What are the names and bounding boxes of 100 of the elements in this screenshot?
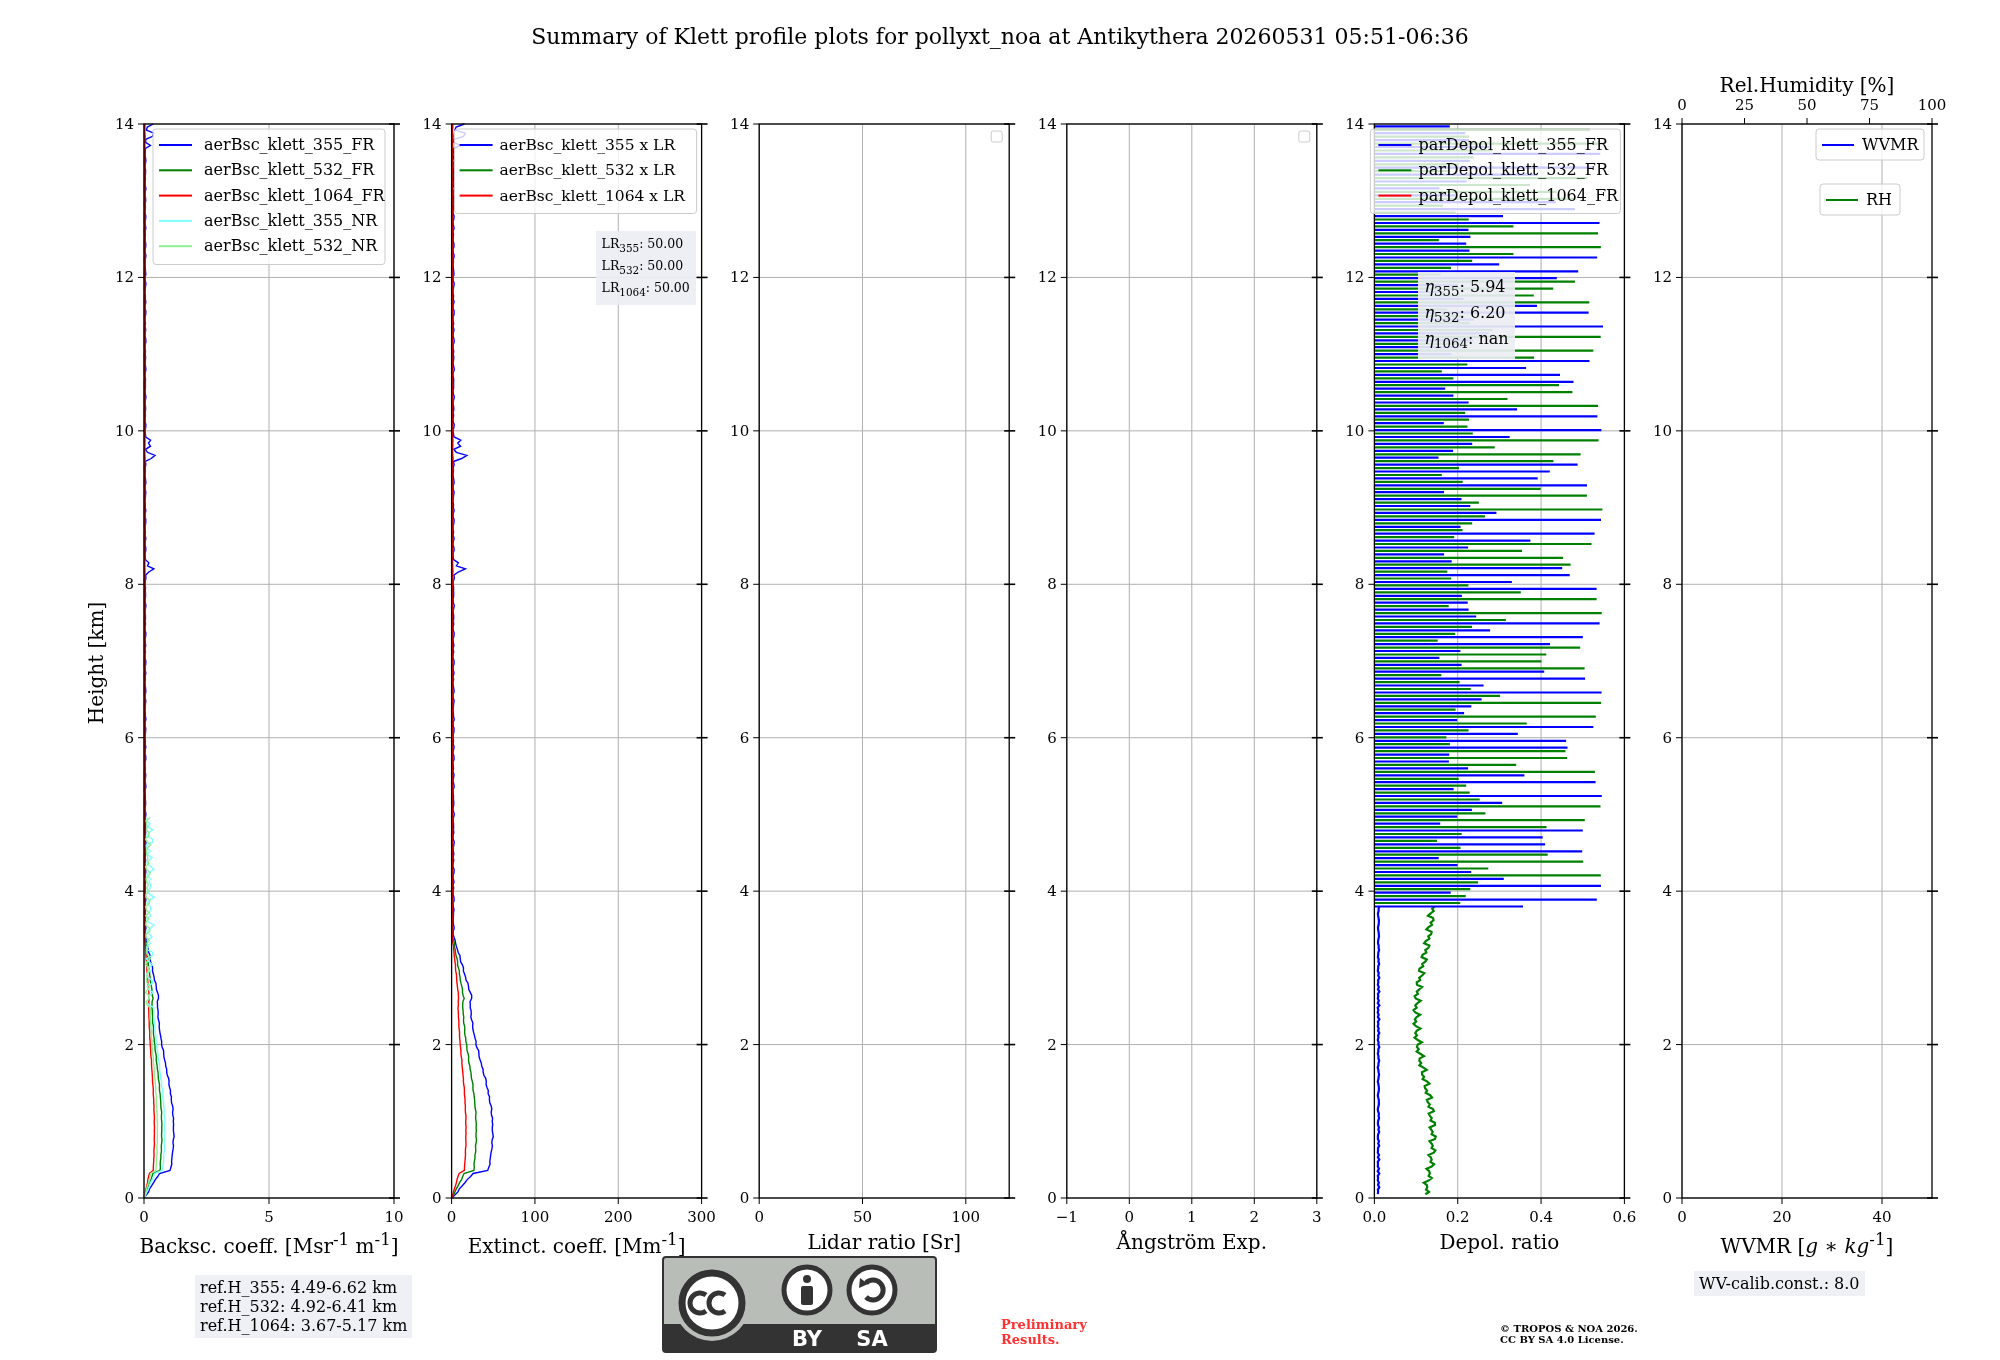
- tick-label: 12: [422, 268, 442, 287]
- tick-label: 200: [603, 1208, 633, 1226]
- tick-label: 10: [422, 421, 442, 440]
- tick-label: 2: [1662, 1035, 1672, 1054]
- tick-label: 4: [1662, 882, 1672, 901]
- tick-label: 6: [1047, 728, 1057, 747]
- tick-label: 0.0: [1362, 1208, 1387, 1226]
- tick-label: 12: [114, 268, 134, 287]
- tick-label: 10: [114, 421, 134, 440]
- tick-label: 0.2: [1445, 1208, 1470, 1226]
- tick-label: 100: [520, 1208, 550, 1226]
- tick-label: 10: [1037, 421, 1057, 440]
- tick-label: 2: [1249, 1208, 1260, 1226]
- figure-title: Summary of Klett profile plots for pollyxt_noa at Antikythera 20260531 05:51-06:36: [531, 24, 1469, 49]
- tick-label: 0: [139, 1208, 149, 1226]
- axis-label: Backsc. coeff. [Msr$^{-1}$ m$^{-1}$]: [139, 1233, 399, 1258]
- tick-label: 14: [1652, 115, 1672, 133]
- tick-label: 4: [124, 882, 134, 901]
- tick-label: 50: [852, 1208, 873, 1226]
- tick-label: 100: [1917, 96, 1947, 114]
- tick-label: 4: [1047, 882, 1057, 901]
- tick-label: 6: [124, 728, 134, 747]
- tick-label: 14: [1345, 115, 1365, 133]
- tick-label: 8: [1047, 575, 1057, 594]
- tick-label: 6: [432, 728, 442, 747]
- legend-label: aerBsc_klett_355_NR: [204, 210, 378, 230]
- tick-label: 2: [432, 1035, 442, 1054]
- tick-label: 0: [1354, 1189, 1365, 1207]
- axis-label: Rel.Humidity [%]: [1719, 73, 1895, 97]
- tick-label: 2: [739, 1035, 750, 1054]
- tick-label: 300: [687, 1208, 716, 1226]
- tick-label: 0: [124, 1189, 134, 1207]
- preliminary-note: Results.: [1001, 1332, 1060, 1347]
- tick-label: −1: [1055, 1208, 1078, 1226]
- share-alike-icon: [846, 1264, 898, 1316]
- tick-label: 100: [951, 1208, 981, 1226]
- tick-label: 0: [739, 1189, 750, 1207]
- preliminary-note: Preliminary: [1001, 1317, 1087, 1332]
- tick-label: 4: [432, 882, 442, 901]
- tick-label: 0: [754, 1208, 764, 1226]
- tick-label: 10: [384, 1208, 404, 1226]
- tick-label: 0: [1677, 96, 1687, 114]
- annotation-text: WV-calib.const.: 8.0: [1699, 1274, 1860, 1293]
- tick-label: 8: [124, 575, 134, 594]
- axis-label: Ångström Exp.: [1116, 1230, 1267, 1254]
- tick-label: 6: [1662, 728, 1672, 747]
- tick-label: 3: [1312, 1208, 1322, 1226]
- legend-label: WVMR: [1862, 135, 1919, 154]
- axis-label: Extinct. coeff. [Mm$^{-1}$]: [467, 1233, 686, 1258]
- tick-label: 8: [1354, 575, 1365, 594]
- license-label: BY: [791, 1327, 823, 1351]
- tick-label: 8: [432, 575, 442, 594]
- tick-label: 50: [1797, 96, 1817, 114]
- annotation-text: ref.H_355: 4.49-6.62 km: [200, 1278, 399, 1297]
- tick-label: 75: [1859, 96, 1880, 114]
- tick-label: 12: [730, 268, 750, 287]
- annotation-text: LR$_{532}$: 50.00: [601, 257, 685, 278]
- tick-label: 10: [1652, 421, 1672, 440]
- axis-label: Height [km]: [84, 601, 108, 725]
- copyright-text: CC BY SA 4.0 License.: [1500, 1334, 1624, 1345]
- annotation-text: LR$_{1064}$: 50.00: [601, 279, 690, 300]
- tick-label: 14: [1037, 115, 1057, 133]
- annotation-text: η$_{1064}$: nan: [1424, 328, 1509, 354]
- legend-label: aerBsc_klett_355_FR: [204, 135, 375, 154]
- legend-label: parDepol_klett_1064_FR: [1418, 185, 1619, 205]
- annotation-text: LR$_{355}$: 50.00: [601, 235, 685, 256]
- legend-label: RH: [1866, 190, 1892, 209]
- legend-label: aerBsc_klett_355 x LR: [499, 136, 676, 154]
- tick-label: 1: [1187, 1208, 1197, 1226]
- legend-label: parDepol_klett_355_FR: [1418, 135, 1608, 154]
- tick-label: 8: [739, 575, 750, 594]
- tick-label: 0: [1677, 1208, 1687, 1226]
- tick-label: 10: [730, 421, 750, 440]
- tick-label: 8: [1662, 575, 1672, 594]
- tick-label: 2: [124, 1035, 134, 1054]
- tick-label: 20: [1772, 1208, 1792, 1226]
- legend-label: aerBsc_klett_1064 x LR: [499, 186, 685, 205]
- tick-label: 0: [446, 1208, 457, 1226]
- tick-label: 10: [1345, 421, 1365, 440]
- tick-label: 0: [1124, 1208, 1135, 1226]
- legend-label: aerBsc_klett_532_NR: [204, 236, 378, 256]
- tick-label: 0: [1047, 1189, 1057, 1207]
- tick-label: 12: [1652, 268, 1672, 287]
- tick-label: 4: [739, 882, 750, 901]
- tick-label: 40: [1872, 1208, 1892, 1226]
- annotation-text: η$_{532}$: 6.20: [1424, 302, 1507, 328]
- tick-label: 0: [1662, 1189, 1672, 1207]
- tick-label: 6: [739, 728, 750, 747]
- tick-label: 25: [1734, 96, 1755, 114]
- legend-box: [1298, 130, 1311, 143]
- tick-label: 14: [730, 115, 750, 133]
- axis-label: Depol. ratio: [1439, 1230, 1560, 1254]
- tick-label: 12: [1345, 268, 1365, 287]
- axis-label: Lidar ratio [Sr]: [807, 1230, 961, 1254]
- annotation-text: η$_{355}$: 5.94: [1424, 276, 1507, 302]
- legend-label: parDepol_klett_532_FR: [1418, 160, 1608, 180]
- legend-box: [990, 130, 1003, 143]
- legend-label: aerBsc_klett_1064_FR: [204, 185, 385, 205]
- tick-label: 0.6: [1612, 1208, 1637, 1226]
- legend-label: aerBsc_klett_532_FR: [204, 160, 375, 180]
